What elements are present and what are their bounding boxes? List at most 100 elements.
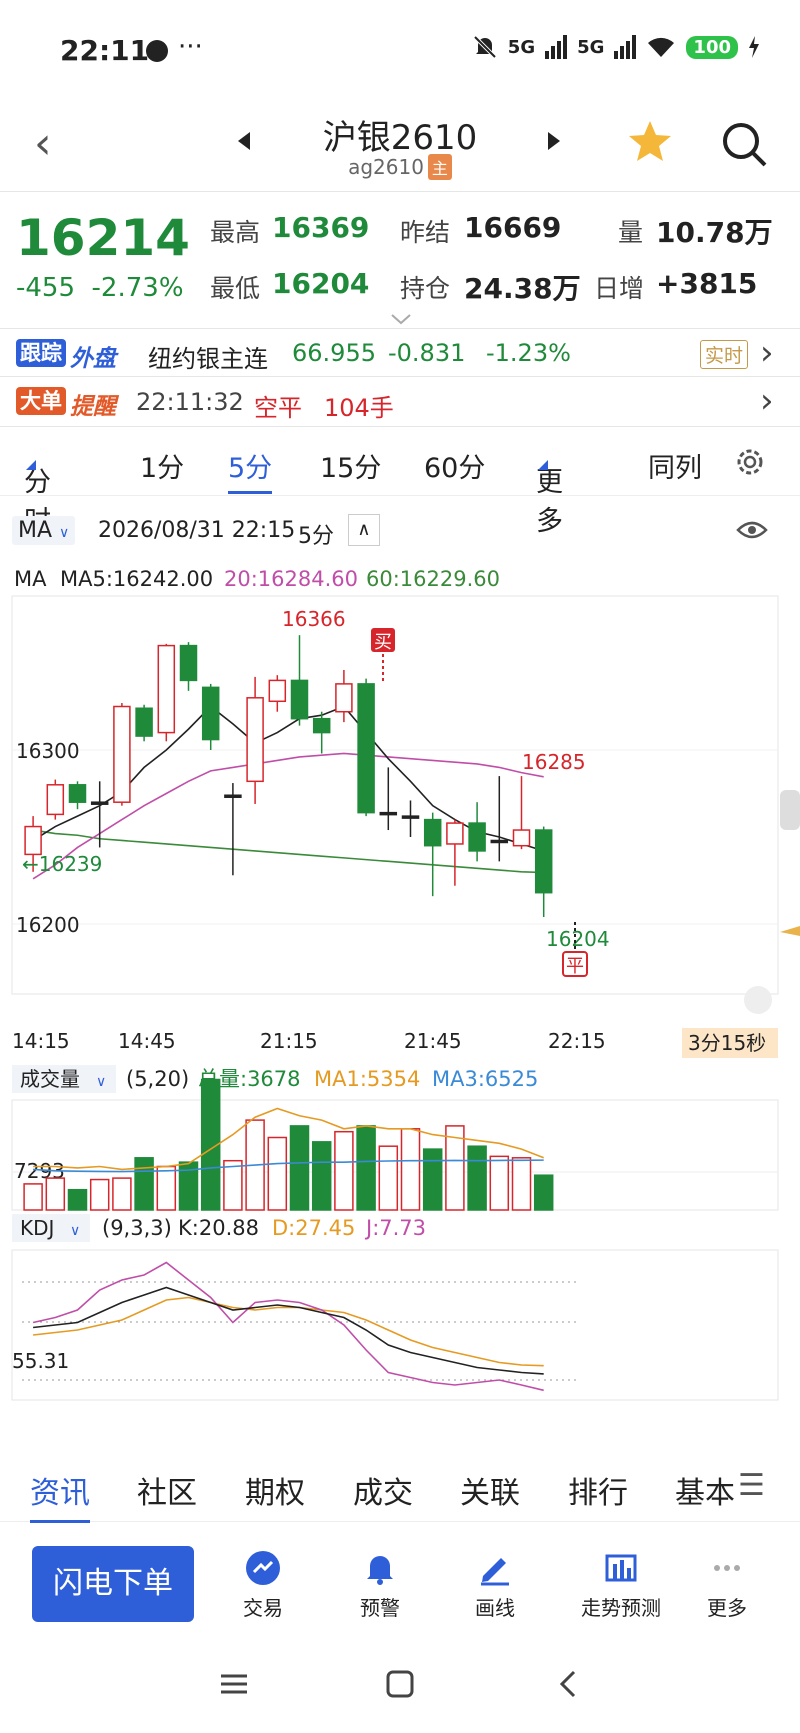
- candle-body: [201, 686, 220, 741]
- alert-label: 预警: [360, 1596, 400, 1620]
- big-order-type: 空平: [254, 394, 302, 422]
- tab-community[interactable]: 社区: [137, 1468, 197, 1512]
- content-tabs: 资讯 社区 期权 成交 关联 排行 基本 ☰: [0, 1456, 800, 1523]
- status-time: 22:11: [60, 34, 150, 67]
- volume-bar: [378, 1145, 399, 1211]
- search-icon[interactable]: [720, 120, 768, 168]
- tab-5min[interactable]: 5分: [228, 446, 273, 494]
- alert-button[interactable]: 预警: [325, 1550, 435, 1621]
- more-button[interactable]: 更多: [672, 1550, 782, 1621]
- candle-body: [90, 801, 109, 805]
- candle-body: [224, 794, 242, 798]
- candle-body: [135, 707, 153, 737]
- close-marker-text: 平: [566, 956, 584, 977]
- status-bar: 22:11 ··· 5G 5G 100: [0, 0, 800, 100]
- signal-label-1: 5G: [507, 36, 536, 58]
- prev-settle-label: 昨结: [400, 218, 451, 247]
- candle-body: [423, 818, 442, 847]
- volume-bar: [223, 1159, 243, 1211]
- ma60-value: 60:16229.60: [366, 567, 500, 591]
- volume-ma1: MA1:5354: [314, 1067, 420, 1091]
- foreign-price: 66.955: [292, 339, 376, 367]
- volume-params: (5,20): [126, 1067, 189, 1091]
- ma-lines: [32, 705, 544, 880]
- settings-gear-icon[interactable]: [734, 446, 766, 478]
- kdj-d: D:27.45: [272, 1216, 355, 1240]
- last-price: 16214: [16, 209, 190, 267]
- period-tabs: 分时 1分 5分 15分 60分 更多 同列: [0, 432, 800, 537]
- volume-bar: [533, 1174, 554, 1211]
- candle-body: [490, 839, 509, 844]
- next-contract-icon[interactable]: [548, 132, 560, 150]
- back-nav-icon[interactable]: [552, 1668, 584, 1700]
- ma5-line: [32, 705, 544, 852]
- big-order-time: 22:11:32: [136, 388, 244, 416]
- time-axis-label: 21:45: [404, 1029, 462, 1053]
- outer-market-tag: 外盘: [70, 346, 116, 372]
- candle-body: [357, 683, 375, 814]
- tab-trades[interactable]: 成交: [353, 1468, 413, 1512]
- home-icon[interactable]: [384, 1668, 416, 1700]
- chevron-down-icon: ∨: [96, 1074, 106, 1090]
- reminder-tag: 提醒: [70, 394, 116, 420]
- price-level-label: 16200: [16, 913, 80, 937]
- tab-dropdown-icon: [26, 460, 36, 470]
- foreign-market-row[interactable]: 跟踪 外盘 纽约银主连 66.955 -0.831 -1.23% 实时 ›: [0, 331, 800, 377]
- candle-body: [157, 644, 176, 734]
- menu-icon[interactable]: ☰: [738, 1468, 765, 1503]
- big-order-tag: 大单: [16, 387, 66, 415]
- track-tag: 跟踪: [16, 339, 66, 367]
- tab-basic[interactable]: 基本: [675, 1468, 735, 1512]
- volume-bar: [400, 1128, 421, 1211]
- kline-chart-area[interactable]: MA MA5:16242.00 20:16284.60 60:16229.60 …: [0, 560, 800, 1456]
- flash-order-button[interactable]: 闪电下单: [32, 1546, 194, 1622]
- recent-apps-icon[interactable]: [218, 1668, 250, 1700]
- expand-chevron-icon[interactable]: [390, 313, 412, 325]
- tab-60min[interactable]: 60分: [424, 446, 485, 485]
- low-value: 16204: [272, 267, 370, 300]
- quote-panel: 16214 -455 -2.73% 最高 16369 最低 16204 昨结 1…: [0, 193, 800, 329]
- volume-ma3-line: [33, 1159, 544, 1173]
- tab-same-list[interactable]: 同列: [648, 446, 702, 485]
- chart-toolbar: MA ∨ 2026/08/31 22:15 5分 ∧: [0, 508, 800, 564]
- tab-options[interactable]: 期权: [245, 1468, 305, 1512]
- tab-1min[interactable]: 1分: [140, 446, 184, 485]
- chart-period: 5分: [298, 524, 334, 549]
- indicator-label: MA: [18, 518, 53, 543]
- draw-button[interactable]: 画线: [440, 1550, 550, 1621]
- time-axis-label: 22:15: [548, 1029, 606, 1053]
- time-axis-label: 14:15: [12, 1029, 70, 1053]
- eye-icon[interactable]: [736, 518, 768, 542]
- kdj-j: J:7.73: [364, 1216, 426, 1240]
- indicator-select[interactable]: MA ∨: [12, 516, 76, 545]
- low-marker-label: 16204: [546, 927, 610, 951]
- tab-news[interactable]: 资讯: [30, 1468, 90, 1523]
- candle-body: [290, 679, 309, 720]
- candle-body: [268, 679, 287, 703]
- favorite-star-icon[interactable]: [626, 118, 674, 166]
- candle-body: [401, 815, 420, 819]
- tab-ranking[interactable]: 排行: [568, 1468, 628, 1512]
- tab-dropdown-icon: [538, 460, 548, 470]
- trend-predict-button[interactable]: 走势预测: [556, 1550, 686, 1621]
- ma60-marker-label: ←16239: [22, 852, 102, 876]
- tab-related[interactable]: 关联: [460, 1468, 520, 1512]
- volume-bar: [156, 1165, 177, 1211]
- collapse-up-icon[interactable]: ∧: [348, 514, 380, 546]
- system-nav-bar: [0, 1646, 800, 1733]
- side-handle[interactable]: [780, 790, 800, 830]
- volume-bar: [89, 1178, 110, 1211]
- volume-bar: [356, 1125, 376, 1211]
- trade-button[interactable]: 交易: [208, 1550, 318, 1621]
- fullscreen-icon[interactable]: [744, 986, 772, 1014]
- chevron-down-icon: ∨: [70, 1223, 80, 1239]
- volume-bar: [112, 1177, 132, 1211]
- countdown-text: 3分15秒: [688, 1031, 766, 1055]
- signal-label-2: 5G: [577, 36, 605, 58]
- big-order-row[interactable]: 大单 提醒 22:11:32 空平 104手 ›: [0, 379, 800, 427]
- candle-body: [113, 705, 131, 803]
- time-axis-label: 21:15: [260, 1029, 318, 1053]
- candle-body: [24, 825, 42, 856]
- candle-body: [312, 717, 331, 734]
- tab-15min[interactable]: 15分: [320, 446, 381, 485]
